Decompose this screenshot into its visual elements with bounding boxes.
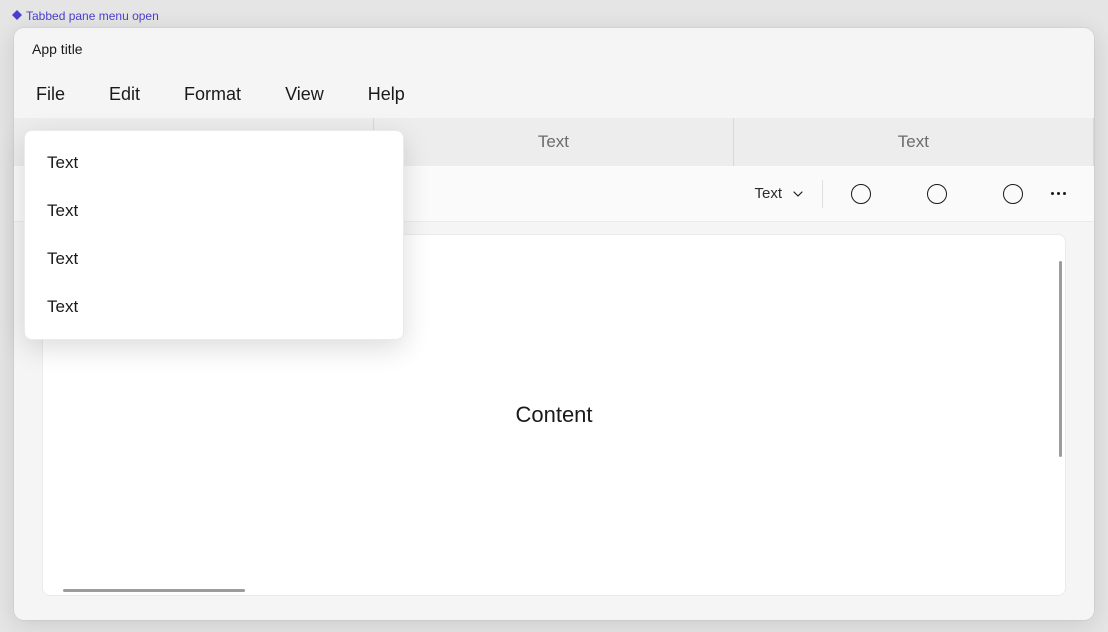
flyout-item-2[interactable]: Text [25,187,403,235]
menu-format[interactable]: Format [162,76,263,113]
flyout-item-3[interactable]: Text [25,235,403,283]
menu-help[interactable]: Help [346,76,427,113]
menu-edit[interactable]: Edit [87,76,162,113]
dev-ornament-label: Tabbed pane menu open [12,9,159,23]
dot-icon [1063,192,1066,195]
horizontal-scrollbar[interactable] [63,589,245,592]
dot-icon [1057,192,1060,195]
tab-2-label: Text [538,132,569,152]
menubar: File Edit Format View Help [14,70,1094,118]
menu-view[interactable]: View [263,76,346,113]
vertical-scrollbar[interactable] [1059,261,1062,457]
circle-icon-2[interactable] [927,184,947,204]
dot-icon [1051,192,1054,195]
chevron-down-icon [792,188,804,200]
app-title: App title [32,41,83,57]
toolbar-dropdown[interactable]: Text [754,180,823,208]
tab-3[interactable]: Text [734,118,1094,166]
file-menu-flyout: Text Text Text Text [24,130,404,340]
diamond-icon [12,9,22,23]
flyout-item-4[interactable]: Text [25,283,403,331]
more-button[interactable] [1051,192,1066,195]
dev-ornament-text: Tabbed pane menu open [26,9,159,23]
content-placeholder: Content [515,402,592,428]
titlebar: App title [14,28,1094,70]
toolbar-actions [851,184,1023,204]
menu-file[interactable]: File [32,76,87,113]
circle-icon-3[interactable] [1003,184,1023,204]
toolbar-dropdown-label: Text [754,185,782,202]
tab-2[interactable]: Text [374,118,734,166]
flyout-item-1[interactable]: Text [25,139,403,187]
circle-icon-1[interactable] [851,184,871,204]
tab-3-label: Text [898,132,929,152]
